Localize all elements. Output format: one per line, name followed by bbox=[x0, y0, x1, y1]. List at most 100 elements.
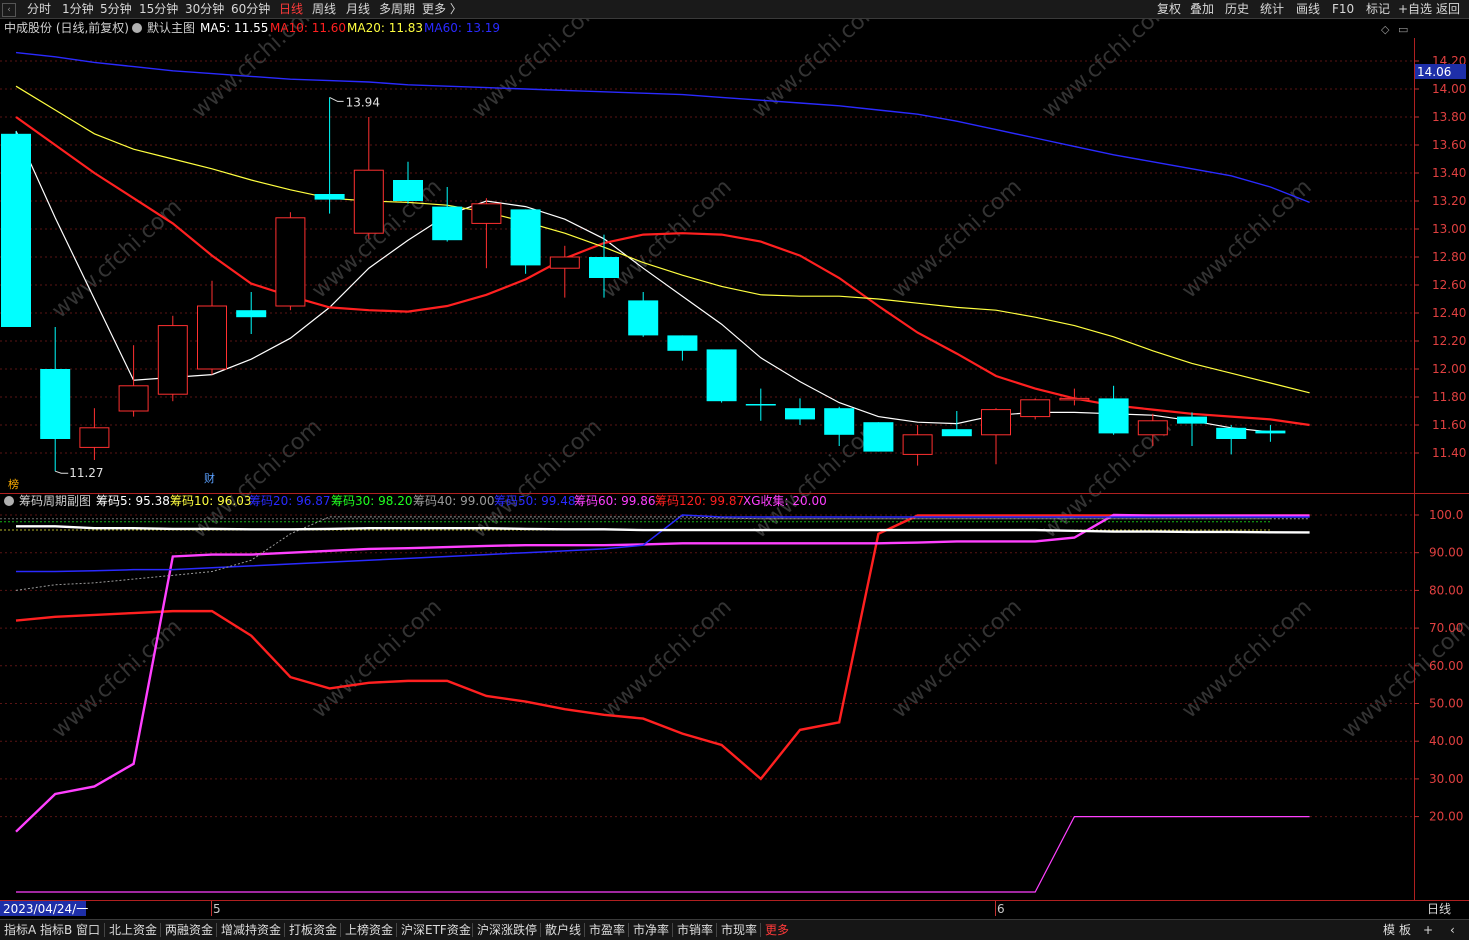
draw-line-button[interactable]: 画线 bbox=[1296, 1, 1320, 17]
sub-tick-label: 30.00 bbox=[1429, 772, 1463, 786]
candle bbox=[314, 97, 345, 214]
candle bbox=[1216, 425, 1247, 455]
candle-body bbox=[393, 180, 423, 201]
back-button[interactable]: 返回 bbox=[1436, 1, 1460, 17]
chip30-label: 筹码30: 98.20 bbox=[331, 494, 412, 508]
price-tick-label: 12.40 bbox=[1432, 306, 1466, 320]
candle bbox=[628, 292, 659, 337]
candle bbox=[667, 335, 698, 361]
candle-body bbox=[510, 209, 541, 266]
tab-listing-funds[interactable]: 上榜资金 bbox=[345, 921, 393, 939]
price-tick-label: 13.80 bbox=[1432, 110, 1466, 124]
stock-chart[interactable]: www.cfchi.com www.cfchi.com www.cfchi.com w… bbox=[0, 19, 1469, 919]
tab-indicator-a[interactable]: 指标A bbox=[4, 921, 36, 939]
watermark-text: www.cfchi.com bbox=[597, 595, 736, 724]
event-marker-cai[interactable]: 财 bbox=[204, 471, 215, 485]
candle bbox=[1020, 398, 1051, 420]
watermark-text: www.cfchi.com bbox=[1037, 19, 1176, 123]
candle-body bbox=[667, 335, 698, 351]
template-dropdown-icon[interactable] bbox=[132, 23, 142, 33]
price-tick-label: 11.40 bbox=[1432, 446, 1466, 460]
candle-body bbox=[824, 408, 855, 435]
minimize-icon[interactable]: ▭ bbox=[1398, 23, 1408, 36]
tab-period-15min[interactable]: 15分钟 bbox=[139, 1, 178, 17]
tab-period-month[interactable]: 月线 bbox=[346, 1, 370, 17]
candle bbox=[197, 280, 227, 375]
chevron-left-icon[interactable]: ‹ bbox=[1450, 921, 1455, 939]
candle-body bbox=[197, 305, 227, 370]
candle bbox=[1255, 425, 1286, 442]
tab-period-5min[interactable]: 5分钟 bbox=[100, 1, 132, 17]
fuquan-button[interactable]: 复权 bbox=[1157, 1, 1181, 17]
template-button[interactable]: 模 bbox=[1383, 921, 1395, 939]
tab-shareholding-change[interactable]: 增减持资金 bbox=[221, 921, 281, 939]
stats-button[interactable]: 统计 bbox=[1260, 1, 1284, 17]
history-button[interactable]: 历史 bbox=[1225, 1, 1249, 17]
candle-body bbox=[902, 434, 933, 455]
tab-pcf-ratio[interactable]: 市现率 bbox=[721, 921, 757, 939]
xg-label: XG收集: 20.00 bbox=[743, 493, 827, 508]
sub-tick-label: 50.00 bbox=[1429, 697, 1463, 711]
f10-button[interactable]: F10 bbox=[1332, 1, 1354, 17]
zoom-in-button[interactable]: + bbox=[1423, 921, 1433, 939]
candle bbox=[785, 398, 815, 425]
price-tick-label: 12.80 bbox=[1432, 250, 1466, 264]
candle-body bbox=[275, 217, 306, 307]
board-button[interactable]: 板 bbox=[1399, 921, 1411, 939]
tab-indicator-b[interactable]: 指标B bbox=[40, 921, 72, 939]
tab-etf-funds[interactable]: 沪深ETF资金 bbox=[401, 921, 471, 939]
add-watchlist-button[interactable]: +自选 bbox=[1398, 1, 1432, 17]
tab-period-30min[interactable]: 30分钟 bbox=[185, 1, 224, 17]
candle-body bbox=[432, 206, 463, 241]
candle bbox=[40, 327, 71, 472]
overlay-button[interactable]: 叠加 bbox=[1190, 1, 1214, 17]
chevron-left-icon[interactable]: ‹ bbox=[2, 3, 16, 17]
indicator-tabbar: 指标A 指标B 窗口 北上资金 两融资金 增减持资金 打板资金 上榜资金 沪深E… bbox=[0, 919, 1469, 940]
tab-period-multi[interactable]: 多周期 bbox=[379, 1, 415, 17]
candle bbox=[1098, 385, 1129, 435]
tab-retail-line[interactable]: 散户线 bbox=[545, 921, 581, 939]
diamond-icon[interactable]: ◇ bbox=[1381, 23, 1390, 36]
sub-tick-label: 100.0 bbox=[1429, 508, 1463, 522]
ma10-label: MA10: 11.60 bbox=[270, 21, 346, 35]
tab-limit-up-down[interactable]: 沪深涨跌停 bbox=[477, 921, 537, 939]
tab-period-60min[interactable]: 60分钟 bbox=[231, 1, 270, 17]
chip40-label: 筹码40: 99.00 bbox=[413, 494, 494, 508]
tab-window[interactable]: 窗口 bbox=[76, 921, 100, 939]
tab-margin-funds[interactable]: 两融资金 bbox=[165, 921, 213, 939]
event-marker-bang[interactable]: 榜 bbox=[8, 477, 19, 491]
high-price-label: 13.94 bbox=[346, 95, 380, 109]
tab-limit-up-funds[interactable]: 打板资金 bbox=[289, 921, 337, 939]
watermark-text: www.cfchi.com bbox=[1177, 595, 1316, 724]
ma-line-ma10 bbox=[15, 116, 1310, 427]
candle bbox=[510, 209, 541, 274]
candle bbox=[79, 408, 110, 460]
sub-dropdown-icon[interactable] bbox=[4, 496, 14, 506]
sub-tick-label: 40.00 bbox=[1429, 734, 1463, 748]
candle-body bbox=[353, 169, 384, 234]
tab-northbound-funds[interactable]: 北上资金 bbox=[109, 921, 157, 939]
tab-period-day[interactable]: 日线 bbox=[279, 1, 303, 17]
high-pointer bbox=[329, 96, 344, 102]
ma-line-ma5 bbox=[15, 130, 1271, 433]
sub-tick-label: 80.00 bbox=[1429, 583, 1463, 597]
tab-pb-ratio[interactable]: 市净率 bbox=[633, 921, 669, 939]
candle bbox=[1059, 388, 1090, 406]
tab-period-week[interactable]: 周线 bbox=[312, 1, 336, 17]
ma5-label: MA5: 11.55 bbox=[200, 21, 268, 35]
template-label: 默认主图 bbox=[147, 20, 195, 35]
candle-body bbox=[1255, 430, 1286, 434]
tab-more[interactable]: 更多 bbox=[765, 921, 789, 939]
tab-pe-ratio[interactable]: 市盈率 bbox=[589, 921, 625, 939]
start-date-label: 2023/04/24/一 bbox=[3, 902, 88, 916]
tab-period-fenshi[interactable]: 分时 bbox=[27, 1, 51, 17]
tab-period-1min[interactable]: 1分钟 bbox=[62, 1, 94, 17]
period-toolbar: ‹ 分时 1分钟 5分钟 15分钟 30分钟 60分钟 日线 周线 月线 多周期… bbox=[0, 0, 1469, 19]
candle-body bbox=[1, 133, 31, 327]
price-tick-label: 11.80 bbox=[1432, 390, 1466, 404]
tab-ps-ratio[interactable]: 市销率 bbox=[677, 921, 713, 939]
watermark-text: www.cfchi.com bbox=[47, 615, 186, 744]
mark-button[interactable]: 标记 bbox=[1366, 1, 1390, 17]
candle bbox=[902, 425, 933, 466]
tab-period-more[interactable]: 更多 〉 bbox=[422, 1, 462, 17]
